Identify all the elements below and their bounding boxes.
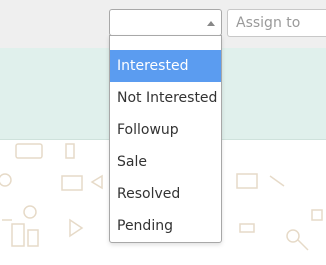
assign-to-input[interactable] bbox=[227, 9, 326, 37]
status-select[interactable] bbox=[109, 9, 222, 36]
page: Interested Not Interested Followup Sale … bbox=[0, 0, 326, 265]
status-dropdown-list: Interested Not Interested Followup Sale … bbox=[109, 35, 222, 243]
dropdown-blank-option[interactable] bbox=[110, 36, 221, 50]
caret-up-icon bbox=[207, 21, 215, 26]
dropdown-option-sale[interactable]: Sale bbox=[110, 146, 221, 178]
dropdown-option-resolved[interactable]: Resolved bbox=[110, 178, 221, 210]
dropdown-option-not-interested[interactable]: Not Interested bbox=[110, 82, 221, 114]
dropdown-option-interested[interactable]: Interested bbox=[110, 50, 221, 82]
dropdown-option-pending[interactable]: Pending bbox=[110, 210, 221, 242]
dropdown-option-followup[interactable]: Followup bbox=[110, 114, 221, 146]
